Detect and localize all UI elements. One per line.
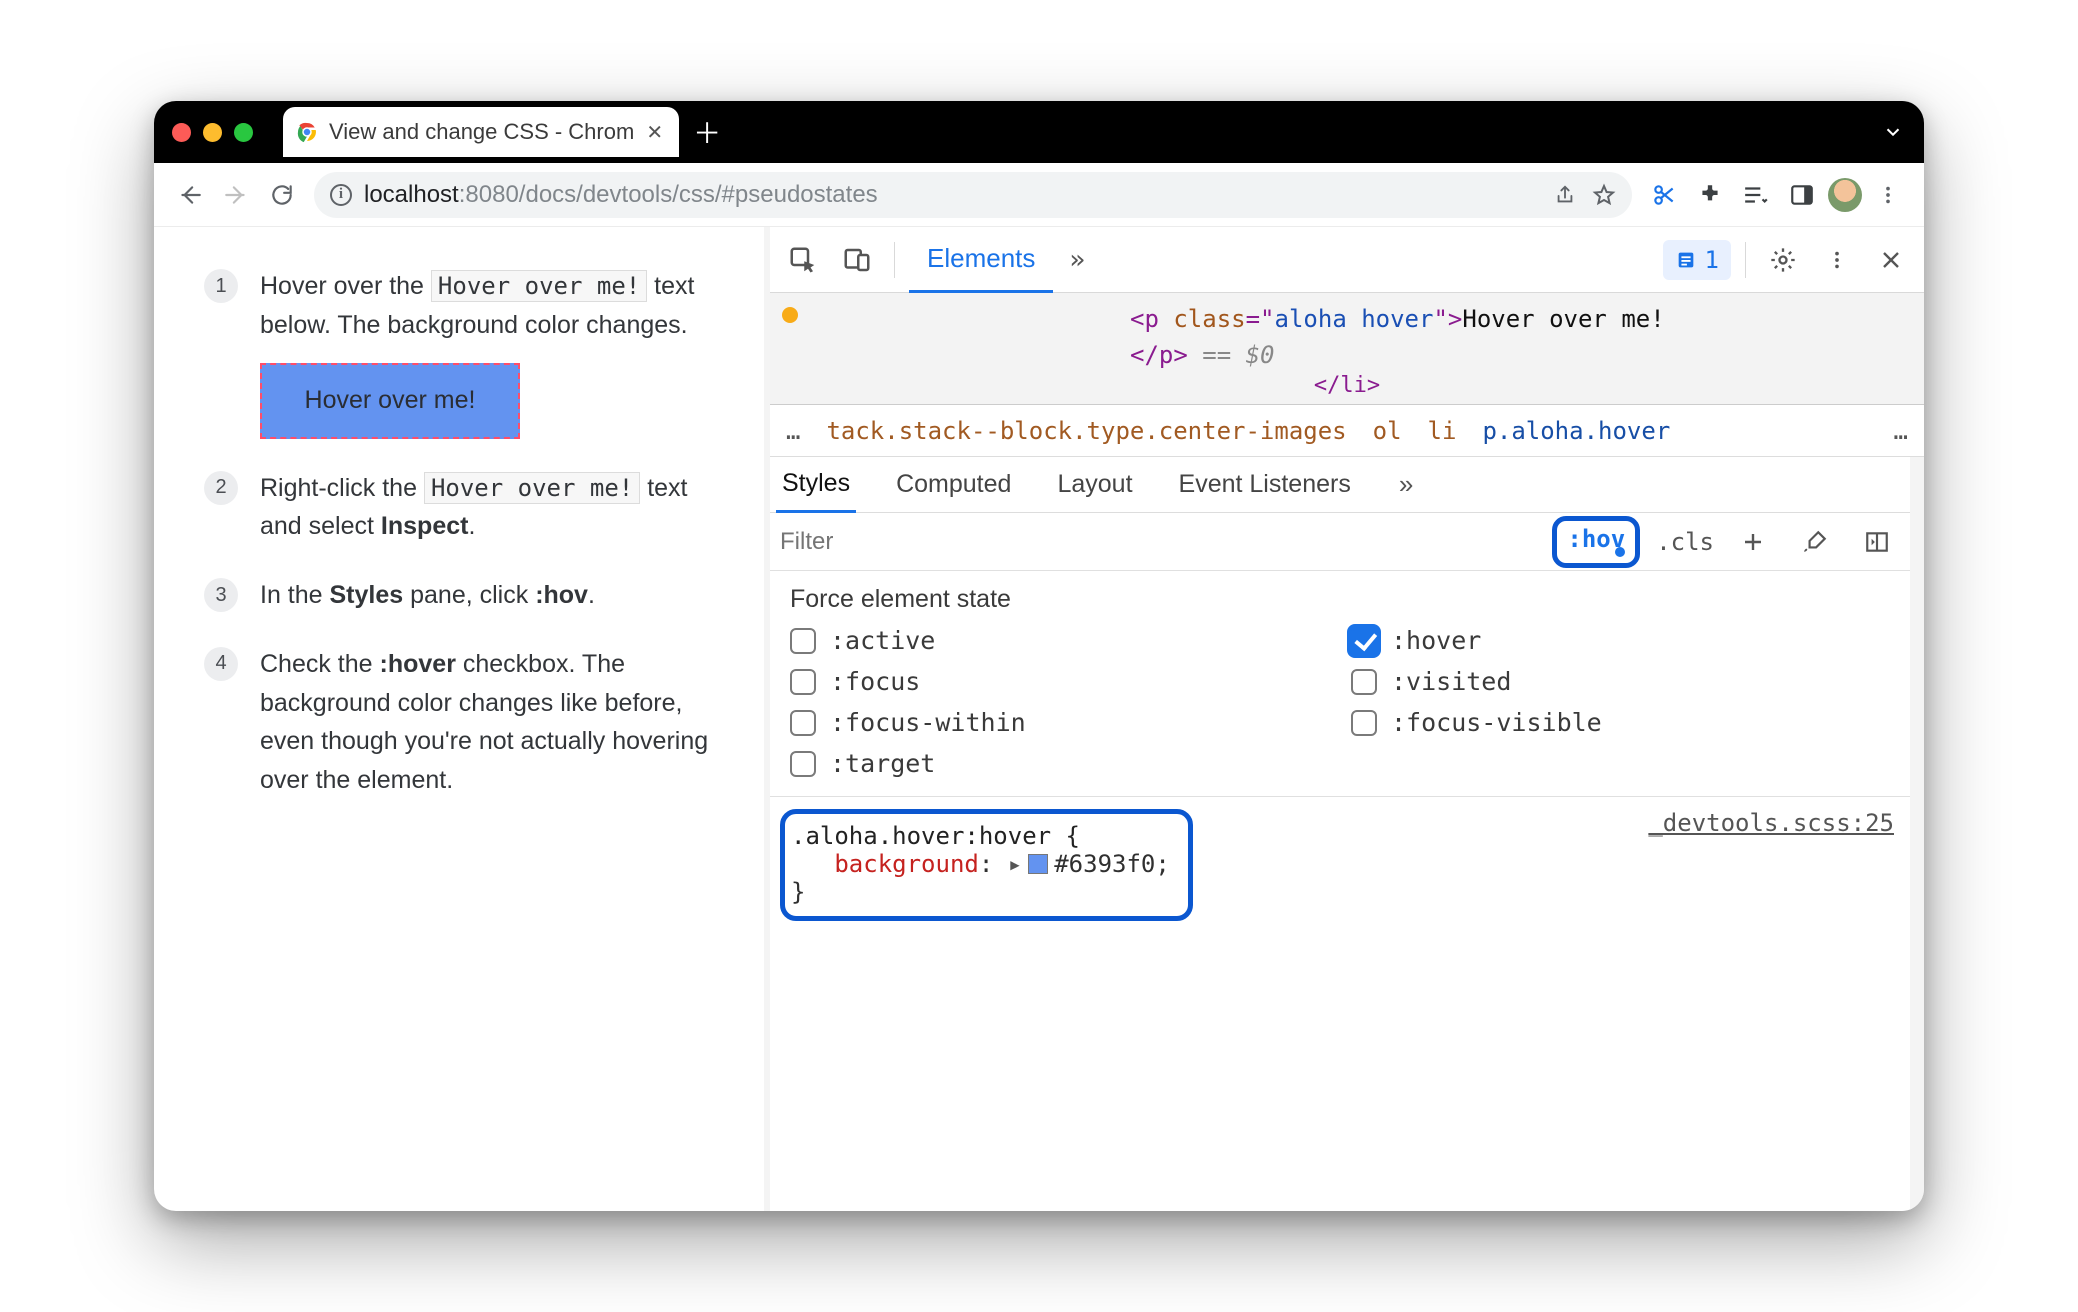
window-minimize-button[interactable] bbox=[203, 123, 222, 142]
tab-title: View and change CSS - Chrom bbox=[329, 119, 634, 145]
devtools-settings-icon[interactable] bbox=[1760, 237, 1806, 283]
tabs-overflow-icon[interactable] bbox=[1882, 121, 1904, 143]
window-close-button[interactable] bbox=[172, 123, 191, 142]
window-tab-strip: View and change CSS - Chrom ✕ ＋ bbox=[154, 101, 1924, 163]
active-indicator-dot-icon bbox=[1615, 547, 1625, 557]
checkbox-hover[interactable]: :hover bbox=[1351, 626, 1892, 655]
browser-tab[interactable]: View and change CSS - Chrom ✕ bbox=[283, 107, 679, 157]
dom-breakpoint-marker-icon bbox=[782, 307, 798, 323]
tab-close-icon[interactable]: ✕ bbox=[644, 120, 665, 145]
paint-brush-icon[interactable] bbox=[1792, 519, 1838, 565]
dom-selected-indicator: == $0 bbox=[1188, 341, 1275, 369]
reading-list-icon[interactable] bbox=[1736, 175, 1776, 215]
checkbox-target[interactable]: :target bbox=[790, 749, 1331, 778]
checkbox-focus-visible[interactable]: :focus-visible bbox=[1351, 708, 1892, 737]
code-snippet: Hover over me! bbox=[424, 472, 640, 504]
step-4-text: Check the :hover checkbox. The backgroun… bbox=[260, 645, 734, 800]
new-style-rule-button[interactable] bbox=[1730, 519, 1776, 565]
checkbox-visited[interactable]: :visited bbox=[1351, 667, 1892, 696]
share-icon[interactable] bbox=[1554, 184, 1576, 206]
forward-button[interactable] bbox=[216, 175, 256, 215]
toggle-classes-button[interactable]: .cls bbox=[1656, 528, 1714, 556]
device-toggle-icon[interactable] bbox=[834, 237, 880, 283]
styles-filter-row: :hov .cls bbox=[770, 513, 1910, 571]
toggle-element-state-button[interactable]: :hov bbox=[1552, 516, 1640, 568]
dom-tag: <p bbox=[1130, 305, 1173, 333]
devtools-tab-elements[interactable]: Elements bbox=[909, 227, 1053, 293]
reload-button[interactable] bbox=[262, 175, 302, 215]
tab-computed[interactable]: Computed bbox=[890, 457, 1017, 513]
chrome-icon bbox=[295, 120, 319, 144]
devtools-menu-icon[interactable] bbox=[1814, 237, 1860, 283]
step-3-text: In the Styles pane, click :hov. bbox=[260, 576, 734, 615]
tab-layout[interactable]: Layout bbox=[1051, 457, 1138, 513]
checkbox-focus-within[interactable]: :focus-within bbox=[790, 708, 1331, 737]
rule-close-brace: } bbox=[791, 878, 1170, 906]
step-2-text: Right-click the Hover over me! text and … bbox=[260, 469, 734, 547]
styles-pane-tabs: Styles Computed Layout Event Listeners » bbox=[770, 457, 1910, 513]
page-content: 1 Hover over the Hover over me! text bel… bbox=[154, 227, 764, 1211]
step-number: 2 bbox=[204, 471, 238, 505]
browser-toolbar: i localhost:8080/docs/devtools/css/#pseu… bbox=[154, 163, 1924, 227]
tab-event-listeners[interactable]: Event Listeners bbox=[1173, 457, 1357, 513]
computed-sidebar-toggle-icon[interactable] bbox=[1854, 519, 1900, 565]
scrollbar[interactable] bbox=[1910, 457, 1924, 1211]
step-number: 3 bbox=[204, 578, 238, 612]
step-number: 4 bbox=[204, 647, 238, 681]
browser-menu-icon[interactable] bbox=[1868, 175, 1908, 215]
extensions-puzzle-icon[interactable] bbox=[1690, 175, 1730, 215]
step-1-text: Hover over the Hover over me! text below… bbox=[260, 267, 734, 345]
tab-styles[interactable]: Styles bbox=[776, 457, 856, 513]
color-swatch-icon[interactable] bbox=[1028, 854, 1048, 874]
css-property-name: background bbox=[834, 850, 979, 878]
profile-avatar[interactable] bbox=[1828, 178, 1862, 212]
inspect-element-icon[interactable] bbox=[780, 237, 826, 283]
dom-closing-tag: </li> bbox=[790, 373, 1904, 398]
issues-count: 1 bbox=[1705, 246, 1719, 274]
force-element-state-section: Force element state :active :hover :focu… bbox=[770, 571, 1910, 797]
css-property-value: #6393f0; bbox=[1054, 850, 1170, 878]
devtools-close-icon[interactable] bbox=[1868, 237, 1914, 283]
window-zoom-button[interactable] bbox=[234, 123, 253, 142]
new-tab-button[interactable]: ＋ bbox=[685, 110, 729, 154]
url-text: localhost:8080/docs/devtools/css/#pseudo… bbox=[364, 181, 878, 209]
crumb-item[interactable]: ol bbox=[1373, 417, 1402, 445]
devtools-panel: Elements » 1 <p class="aloha hover">Hove… bbox=[770, 227, 1924, 1211]
crumb-item[interactable]: li bbox=[1428, 417, 1457, 445]
code-snippet: Hover over me! bbox=[431, 270, 647, 302]
checkbox-focus[interactable]: :focus bbox=[790, 667, 1331, 696]
hover-demo-box[interactable]: Hover over me! bbox=[260, 363, 520, 439]
checkbox-active[interactable]: :active bbox=[790, 626, 1331, 655]
issues-button[interactable]: 1 bbox=[1663, 240, 1731, 280]
dom-tree[interactable]: <p class="aloha hover">Hover over me! </… bbox=[770, 293, 1924, 405]
site-info-icon[interactable]: i bbox=[330, 184, 352, 206]
rule-selector: .aloha.hover:hover { bbox=[791, 822, 1080, 850]
css-rule[interactable]: .aloha.hover:hover { background: ▸#6393f… bbox=[770, 797, 1910, 941]
expand-shorthand-icon[interactable]: ▸ bbox=[1008, 850, 1022, 878]
rule-source-link[interactable]: _devtools.scss:25 bbox=[1648, 809, 1894, 837]
address-bar[interactable]: i localhost:8080/docs/devtools/css/#pseu… bbox=[314, 172, 1632, 218]
browser-window: View and change CSS - Chrom ✕ ＋ i localh… bbox=[154, 101, 1924, 1211]
styles-filter-input[interactable] bbox=[780, 522, 1536, 562]
crumb-item-selected[interactable]: p.aloha.hover bbox=[1482, 417, 1670, 445]
back-button[interactable] bbox=[170, 175, 210, 215]
scissors-icon[interactable] bbox=[1644, 175, 1684, 215]
dom-breadcrumb[interactable]: … tack.stack--block.type.center-images o… bbox=[770, 405, 1924, 457]
bookmark-star-icon[interactable] bbox=[1592, 183, 1616, 207]
devtools-toolbar: Elements » 1 bbox=[770, 227, 1924, 293]
crumb-item[interactable]: tack.stack--block.type.center-images bbox=[826, 417, 1346, 445]
side-panel-icon[interactable] bbox=[1782, 175, 1822, 215]
styles-tabs-overflow-icon[interactable]: » bbox=[1391, 469, 1421, 500]
step-number: 1 bbox=[204, 269, 238, 303]
force-state-title: Force element state bbox=[790, 585, 1892, 614]
devtools-tabs-overflow-icon[interactable]: » bbox=[1061, 245, 1093, 275]
